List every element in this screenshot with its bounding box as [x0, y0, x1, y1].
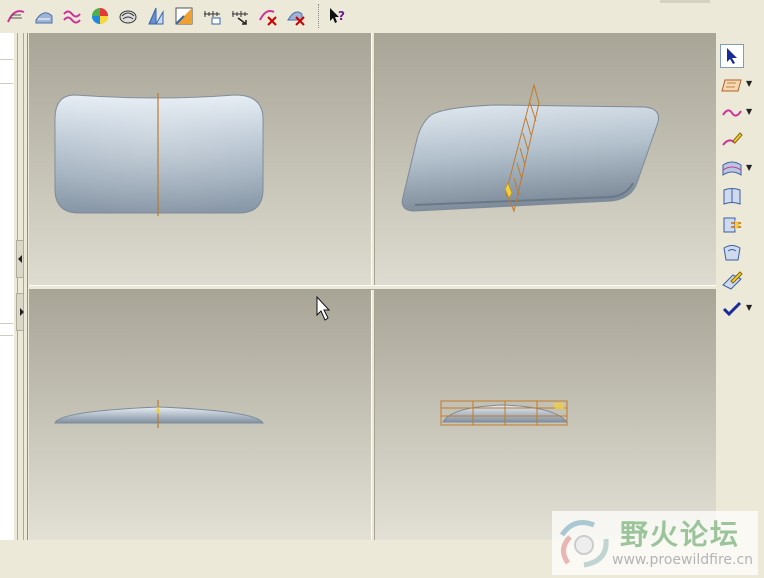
viewport-divider-horizontal[interactable]	[29, 285, 716, 290]
datum-plane-dropdown-icon[interactable]: ▼	[746, 79, 752, 88]
svg-text:?: ?	[338, 9, 345, 23]
surface-connect-icon[interactable]	[720, 185, 744, 209]
done-dropdown-icon[interactable]: ▼	[746, 303, 752, 312]
delete-curve-analysis-icon[interactable]	[257, 5, 279, 27]
style-toolbar: ▼ ▼ ▼ ▼	[716, 33, 764, 540]
model-tree-panel	[0, 33, 15, 540]
viewport-3d-view[interactable]	[375, 33, 716, 285]
watermark-url: www.proewildfire.cn	[612, 552, 754, 568]
context-help-icon[interactable]: ?	[326, 5, 348, 27]
select-pointer-icon[interactable]	[720, 44, 744, 68]
forum-watermark: 野火论坛 www.proewildfire.cn	[552, 511, 758, 575]
graphics-window[interactable]	[29, 33, 716, 540]
panel-sash[interactable]	[14, 33, 29, 540]
watermark-title: 野火论坛	[620, 518, 741, 551]
curvature-wave-icon[interactable]	[61, 5, 83, 27]
toolbar-separator	[318, 4, 319, 28]
surface-analysis-icon[interactable]	[33, 5, 55, 27]
expand-arrow-icon[interactable]	[19, 308, 25, 316]
curve-sketch-icon[interactable]	[5, 5, 27, 27]
color-shading-icon[interactable]	[89, 5, 111, 27]
boundary-surface-dropdown-icon[interactable]: ▼	[746, 163, 752, 172]
viewport-front-view[interactable]	[29, 290, 371, 540]
edit-curve-icon[interactable]	[720, 129, 744, 153]
analysis-toolbar: ?	[0, 0, 764, 33]
trim-surface-icon[interactable]	[720, 213, 744, 237]
delete-surface-analysis-icon[interactable]	[285, 5, 307, 27]
reflection-analysis-icon[interactable]	[117, 5, 139, 27]
surface-edit-icon[interactable]	[720, 241, 744, 265]
slope-analysis-icon[interactable]	[173, 5, 195, 27]
toolbar-edge	[660, 0, 710, 3]
datum-plane-icon[interactable]	[720, 73, 744, 97]
viewport-top-view[interactable]	[29, 33, 371, 285]
done-check-icon[interactable]	[720, 297, 744, 321]
collapse-arrow-icon[interactable]	[17, 255, 23, 263]
section-measure-icon[interactable]	[201, 5, 223, 27]
draft-analysis-icon[interactable]	[145, 5, 167, 27]
style-curve-dropdown-icon[interactable]: ▼	[746, 107, 752, 116]
curve-on-surface-icon[interactable]	[720, 269, 744, 293]
style-curve-icon[interactable]	[720, 101, 744, 125]
boundary-surface-icon[interactable]	[720, 157, 744, 181]
watermark-logo	[559, 520, 609, 568]
offset-measure-icon[interactable]	[229, 5, 251, 27]
viewport-right-view[interactable]	[375, 290, 716, 540]
